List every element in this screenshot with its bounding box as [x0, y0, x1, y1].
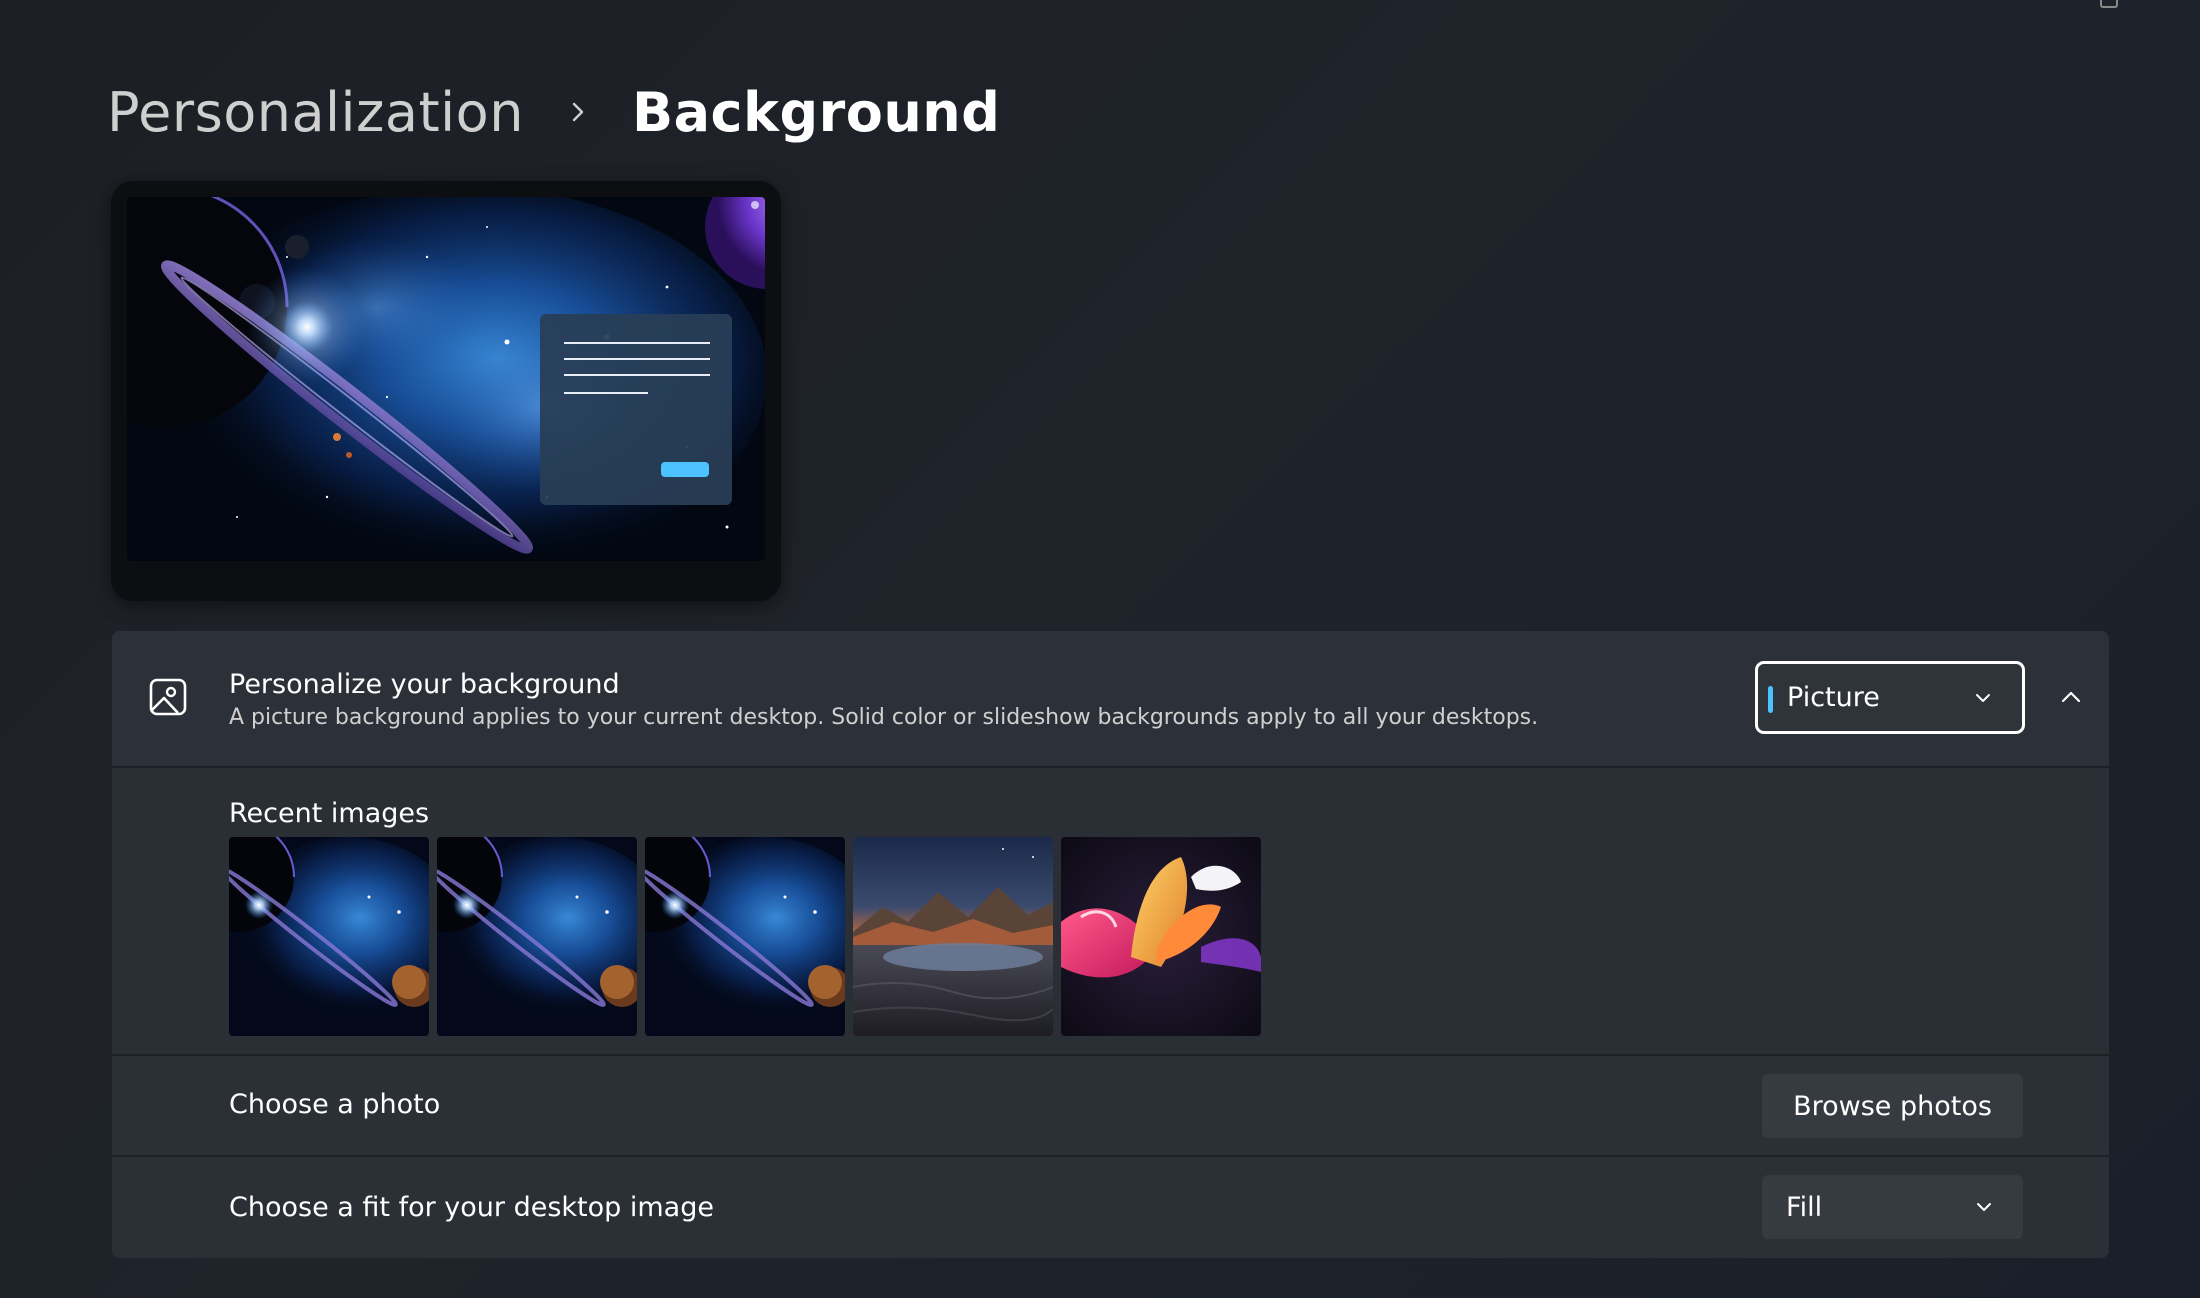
recent-images-title: Recent images	[229, 798, 430, 829]
recent-image-thumbnail[interactable]	[229, 837, 429, 1036]
choose-photo-label: Choose a photo	[229, 1089, 441, 1120]
desktop-preview	[111, 181, 781, 601]
preview-text-line	[564, 392, 648, 394]
recent-image-thumbnail[interactable]	[1061, 837, 1261, 1036]
picture-icon	[148, 677, 188, 717]
choose-photo-row: Choose a photo Browse photos	[112, 1056, 2109, 1155]
preview-accent-button	[661, 462, 709, 477]
focus-accent-indicator	[1768, 686, 1773, 713]
recent-images-section: Recent images	[112, 768, 2109, 1054]
background-type-dropdown[interactable]: Picture	[1755, 661, 2025, 734]
settings-page: Personalization Background Personalize y…	[0, 0, 2200, 1298]
choose-fit-row: Choose a fit for your desktop image Fill	[112, 1157, 2109, 1258]
recent-image-thumbnail[interactable]	[437, 837, 637, 1036]
preview-text-line	[564, 342, 710, 344]
preview-text-line	[564, 374, 710, 376]
collapse-section-button[interactable]	[2051, 684, 2091, 714]
fit-dropdown[interactable]: Fill	[1762, 1175, 2023, 1239]
recent-image-thumbnail[interactable]	[853, 837, 1053, 1036]
breadcrumb: Personalization Background	[107, 72, 1000, 152]
chevron-right-icon	[546, 80, 610, 144]
window-edge-icon	[2100, 0, 2118, 8]
chevron-up-icon	[2058, 684, 2084, 714]
background-type-value: Picture	[1787, 682, 1880, 713]
personalize-description: A picture background applies to your cur…	[229, 705, 1539, 730]
preview-window-mockup	[540, 314, 732, 505]
background-settings-card: Personalize your background A picture ba…	[112, 631, 2109, 1258]
browse-photos-button[interactable]: Browse photos	[1762, 1074, 2023, 1138]
preview-text-line	[564, 358, 710, 360]
recent-images-list	[229, 837, 1261, 1036]
chevron-down-icon	[1972, 687, 1994, 709]
personalize-background-row: Personalize your background A picture ba…	[112, 631, 2109, 766]
page-title: Background	[631, 80, 1001, 144]
chevron-down-icon	[1973, 1196, 1995, 1218]
choose-fit-label: Choose a fit for your desktop image	[229, 1192, 714, 1223]
recent-image-thumbnail[interactable]	[645, 837, 845, 1036]
breadcrumb-parent-link[interactable]: Personalization	[107, 81, 524, 144]
personalize-title: Personalize your background	[229, 669, 620, 700]
fit-value: Fill	[1786, 1191, 1823, 1223]
